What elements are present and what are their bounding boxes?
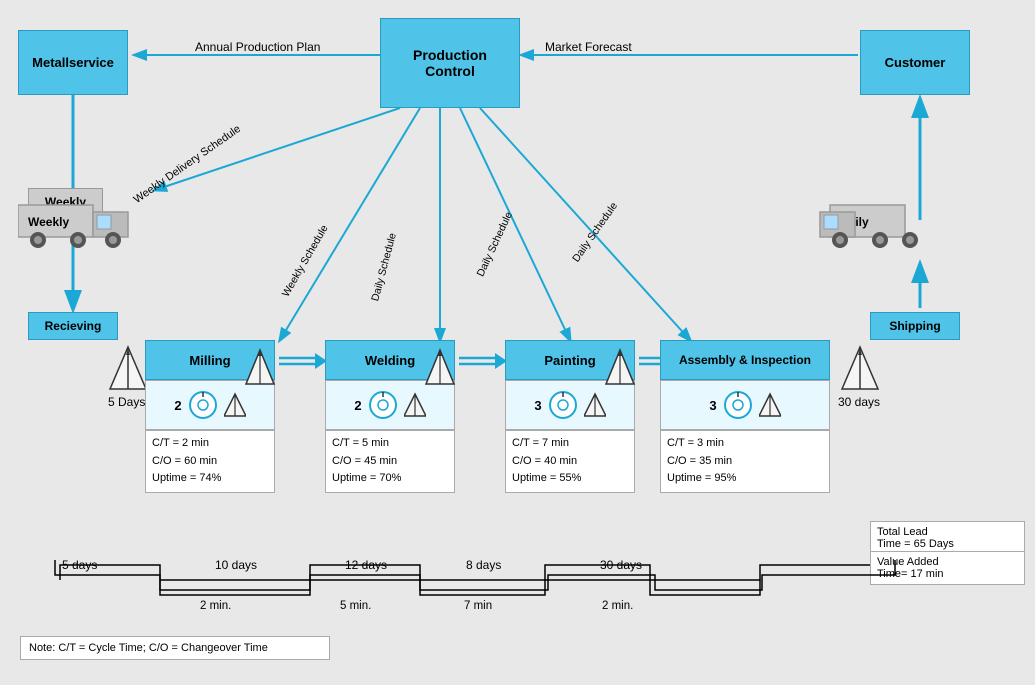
shipping-box: Shipping (870, 312, 960, 340)
push-arrow-2 (457, 350, 507, 380)
welding-dial (368, 390, 398, 420)
weekly-schedule-label: Weekly Schedule (280, 223, 331, 299)
push-arrow-1 (277, 350, 327, 380)
receiving-days-label: 5 Days (108, 395, 145, 409)
customer-box: Customer (860, 30, 970, 95)
assembly-operators: 3 (660, 380, 830, 430)
assembly-operator-triangle (759, 392, 781, 418)
daily-schedule3-label: Daily Schedule (570, 200, 620, 264)
weekly-delivery-schedule-label: Weekly Delivery Schedule (132, 123, 243, 206)
welding-info: C/T = 5 min C/O = 45 min Uptime = 70% (325, 430, 455, 493)
welding-operator-triangle (404, 392, 426, 418)
annual-production-plan-label: Annual Production Plan (195, 40, 320, 54)
painting-operator-triangle (584, 392, 606, 418)
market-forecast-label: Market Forecast (545, 40, 632, 54)
milling-info: C/T = 2 min C/O = 60 min Uptime = 74% (145, 430, 275, 493)
painting-operators: 3 (505, 380, 635, 430)
timeline-chart (0, 535, 920, 615)
inv-tri-2 (424, 348, 456, 386)
assembly-info: C/T = 3 min C/O = 35 min Uptime = 95% (660, 430, 830, 493)
diagram: Metallservice ProductionControl Customer… (0, 0, 1035, 685)
painting-info: C/T = 7 min C/O = 40 min Uptime = 55% (505, 430, 635, 493)
production-control-label: ProductionControl (413, 47, 487, 79)
milling-dial (188, 390, 218, 420)
production-control-box: ProductionControl (380, 18, 520, 108)
metallservice-label: Metallservice (32, 55, 114, 70)
metallservice-box: Metallservice (18, 30, 128, 95)
milling-operators: 2 (145, 380, 275, 430)
customer-label: Customer (885, 55, 946, 70)
weekly-truck: Weekly (18, 200, 148, 255)
note-box: Note: C/T = Cycle Time; C/O = Changeover… (20, 636, 330, 660)
assembly-dial (723, 390, 753, 420)
milling-operator-triangle (224, 392, 246, 418)
welding-operators: 2 (325, 380, 455, 430)
svg-text:Weekly: Weekly (28, 215, 69, 229)
receiving-box: Recieving (28, 312, 118, 340)
daily-truck: Daily (810, 200, 940, 255)
shipping-days-label: 30 days (838, 395, 880, 409)
painting-dial (548, 390, 578, 420)
inv-tri-3 (604, 348, 636, 386)
daily-schedule1-label: Daily Schedule (369, 232, 399, 303)
inv-tri-1 (244, 348, 276, 386)
inventory-triangle-receiving (108, 345, 148, 393)
inventory-triangle-shipping (840, 345, 880, 393)
assembly-process-box: Assembly & Inspection (660, 340, 830, 380)
daily-schedule2-label: Daily Schedule (475, 210, 515, 279)
